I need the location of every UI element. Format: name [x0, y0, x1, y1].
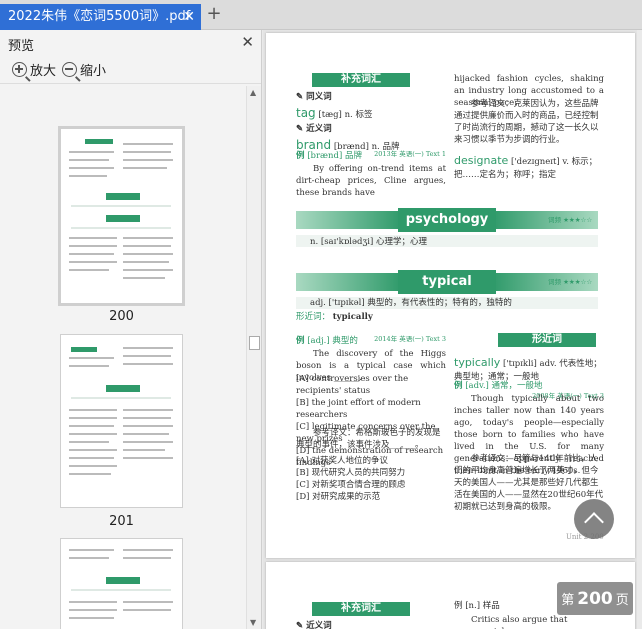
zoom-toolbar: 放大 缩小 [0, 56, 261, 84]
zoom-in-label: 放大 [30, 64, 57, 79]
psychology-definition: n. [saɪ'kɒlədʒi] 心理学；心理 [310, 237, 427, 247]
option-a-cn: [A] 对获奖人地位的争议 [296, 456, 388, 466]
page-badge-number: 200 [577, 588, 613, 609]
p2-example-text: Critics also argue that commercial [454, 615, 568, 629]
form-similar-header: 形近词 [498, 333, 596, 347]
p2-example-head: 例 [n.] 样品 [454, 601, 500, 611]
new-tab-button[interactable]: + [205, 5, 223, 25]
page-badge-suffix: 页 [615, 593, 629, 608]
page-thumbnail-201[interactable] [60, 334, 183, 508]
designate-entry: designate ['dezɪgneɪt] v. 标示；把……定名为；称呼；指… [454, 154, 598, 180]
typical-translation: 参考译文：希格斯玻色子的发现是典型的事件，该事件涉及______。 [296, 428, 441, 451]
page-thumbnail-200[interactable] [60, 128, 183, 304]
zoom-out-label: 缩小 [80, 64, 107, 79]
typical-definition: adj. ['tɪpɪkəl] 典型的，有代表性的；特有的，独特的 [310, 298, 512, 308]
synonyms-label: ✎ 同义词 [296, 92, 332, 102]
tag-entry: tag [tæg] n. 标签 [296, 106, 373, 120]
brand-example-text: By offering on-trend items at dirt-cheap… [296, 164, 446, 199]
scroll-up-arrow-icon[interactable]: ▲ [250, 88, 256, 97]
document-viewer[interactable]: 补充词汇 ✎ 同义词 tag [tæg] n. 标签 ✎ 近义词 brand [… [263, 30, 642, 629]
close-sidebar-icon[interactable]: ✕ [241, 33, 254, 51]
tab-bar: 2022朱伟《恋词5500词》.pdf ✕ + [0, 0, 642, 30]
p2-supplement-header: 补充词汇 [312, 602, 410, 616]
psychology-frequency: 词频 ★★★☆☆ [548, 216, 593, 224]
near-synonyms-label: ✎ 近义词 [296, 124, 332, 134]
thumbnail-scrollbar[interactable]: ▲ ▼ [246, 86, 261, 629]
typical-near-words: 形近词： typically [296, 312, 373, 322]
thumbnail-label-200: 200 [109, 309, 134, 324]
option-b-cn: [B] 现代研究人员的共同努力 [296, 468, 406, 479]
document-tab[interactable]: 2022朱伟《恋词5500词》.pdf ✕ [0, 4, 201, 30]
thumbnail-list: 200 201 [0, 86, 246, 629]
option-a: [A] controversies over the recipients' s… [296, 374, 409, 397]
zoom-in-icon [12, 62, 27, 77]
tab-title: 2022朱伟《恋词5500词》.pdf [8, 9, 191, 24]
p2-synonym-label: ✎ 近义词 [296, 621, 332, 629]
sidebar-title: 预览 [8, 39, 35, 54]
thumbnail-label-201: 201 [109, 514, 134, 529]
psychology-word: psychology [398, 208, 496, 232]
option-c-cn: [C] 对新奖项合情合理的顾虑 [296, 480, 406, 491]
option-b: [B] the joint effort of modern researche… [296, 398, 421, 421]
sidebar-header: 预览 ✕ [0, 30, 261, 56]
page-thumbnail-202[interactable] [60, 538, 183, 629]
scroll-down-arrow-icon[interactable]: ▼ [250, 618, 256, 627]
zoom-out-icon [62, 62, 77, 77]
typical-options-cn: [A] 对获奖人地位的争议 [B] 现代研究人员的共同努力 [C] 对新奖项合情… [296, 455, 446, 503]
page-badge-prefix: 第 [561, 593, 575, 608]
typical-example-head: 例 [adj.] 典型的 2014年 英语(一) Text 3 [296, 335, 446, 346]
supplement-header: 补充词汇 [312, 73, 410, 87]
typical-word: typical [398, 270, 496, 294]
right-translation: 参考译文：克莱因认为，这些品牌通过提供廉价而入时的商品，已经控制了时尚流行的周期… [454, 99, 599, 146]
document-scrollbar[interactable] [637, 30, 642, 629]
preview-sidebar: 预览 ✕ 放大 缩小 200 201 ▲ ▼ [0, 30, 262, 629]
scrollbar-thumb[interactable] [249, 336, 260, 350]
scroll-to-top-button[interactable] [574, 499, 614, 539]
option-d-cn: [D] 对研究成果的示范 [296, 492, 381, 503]
page-number-badge: 第 200 页 [557, 582, 633, 615]
close-tab-icon[interactable]: ✕ [183, 4, 195, 30]
zoom-in-button[interactable]: 放大 [12, 60, 56, 79]
typically-entry: typically ['tɪpɪkli] adv. 代表性地；典型地；通常；一般… [454, 356, 602, 382]
brand-example-head: 例 [brænd] 品牌 2013年 英语(一) Text 1 [296, 150, 446, 161]
zoom-out-button[interactable]: 缩小 [62, 60, 106, 79]
document-page-200: 补充词汇 ✎ 同义词 tag [tæg] n. 标签 ✎ 近义词 brand [… [266, 33, 635, 558]
typical-frequency: 词频 ★★★☆☆ [548, 278, 593, 286]
